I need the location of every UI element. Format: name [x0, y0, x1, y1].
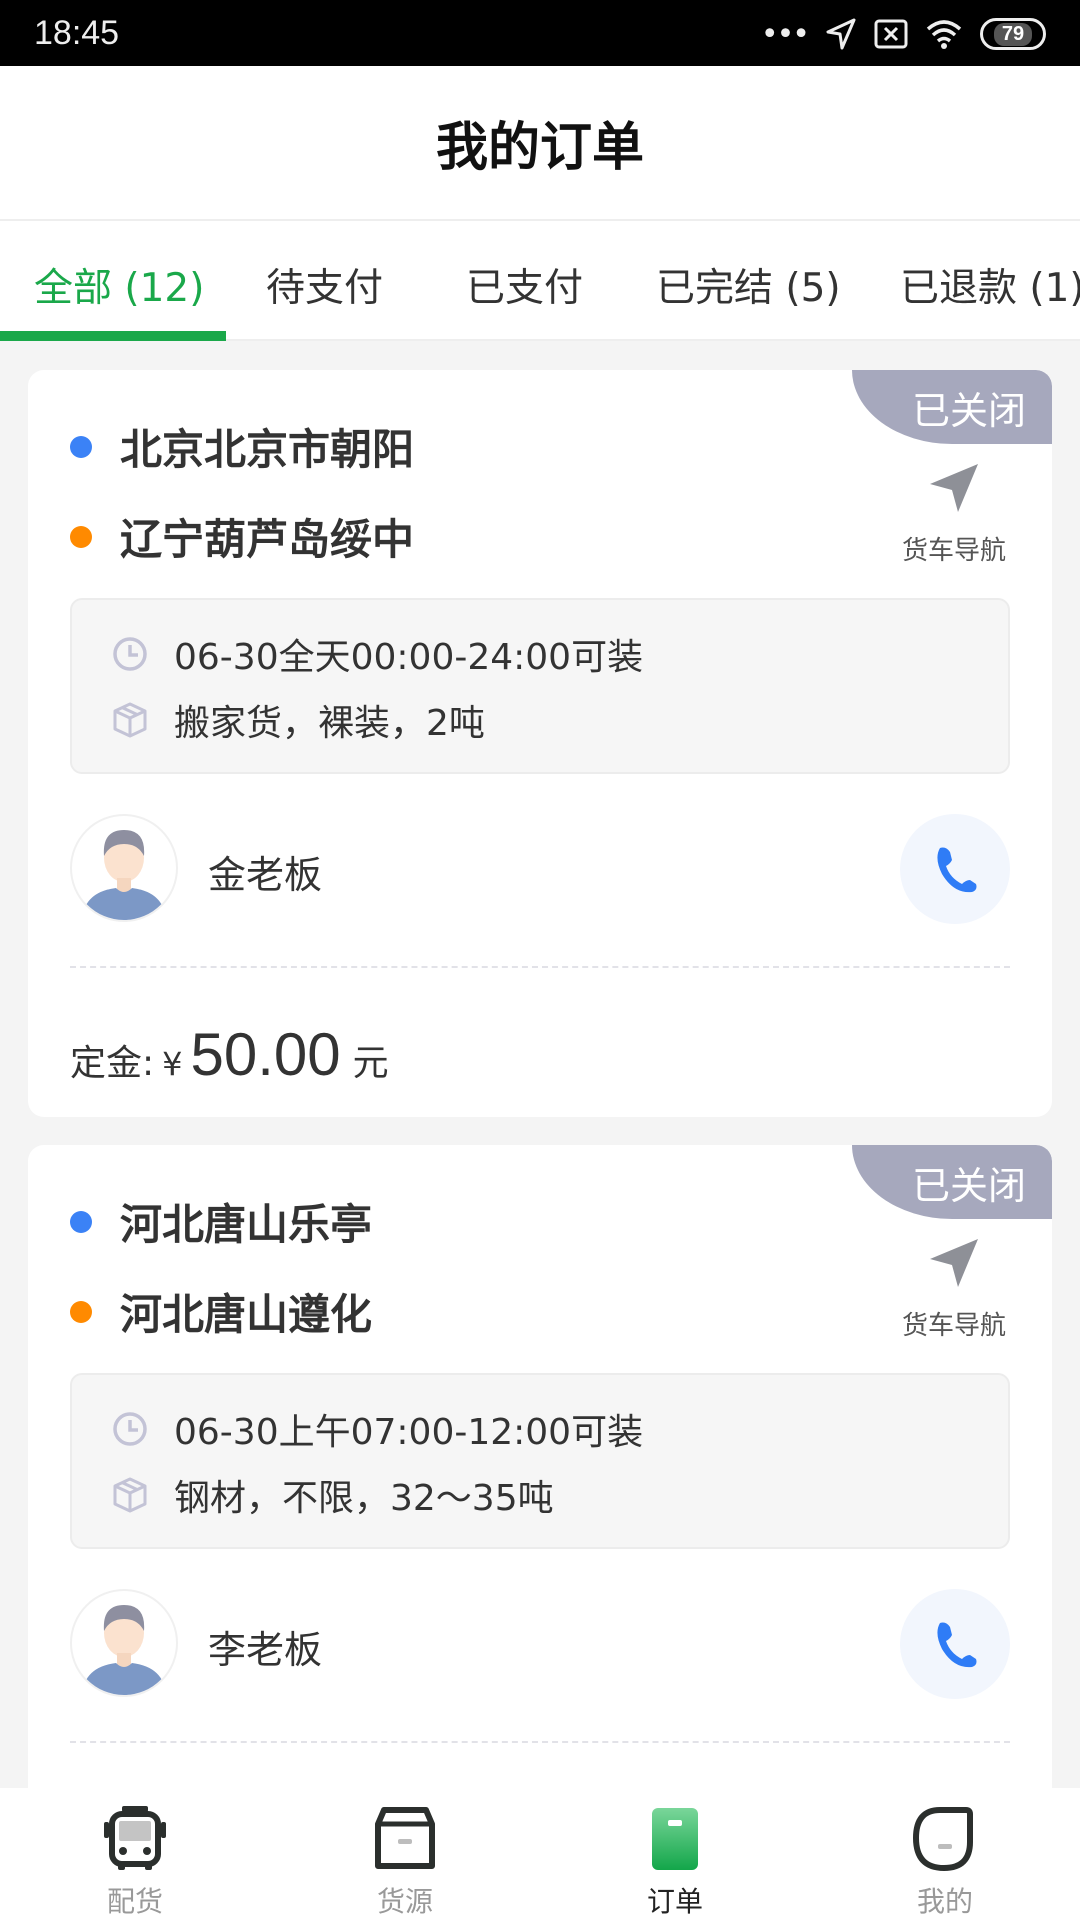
- destination-address: 河北唐山遵化: [120, 1290, 373, 1339]
- page-title: 我的订单: [435, 118, 644, 178]
- contact-row: 李老板: [70, 1589, 1010, 1699]
- origin-dot-icon: [70, 435, 92, 458]
- nav-label: 配货: [106, 1885, 163, 1918]
- origin-row: 河北唐山乐亭: [70, 1191, 372, 1252]
- currency-symbol: ¥: [162, 1045, 183, 1083]
- box-icon: [375, 1807, 435, 1869]
- destination-row: 辽宁葫芦岛绥中: [70, 506, 414, 567]
- nav-item-cargo-source[interactable]: 货源: [305, 1804, 505, 1920]
- status-badge: 已关闭: [852, 370, 1052, 444]
- status-time: 18:45: [34, 14, 120, 52]
- load-time-row: 06-30上午07:00-12:00可装: [112, 1403, 643, 1455]
- order-tabs: 全部 (12) 待支付 已支付 已完结 (5) 已退款 (1): [0, 221, 1080, 341]
- nav-item-dispatch[interactable]: 配货: [35, 1804, 235, 1920]
- divider: [70, 966, 1010, 968]
- cargo-info-box: 06-30全天00:00-24:00可装 搬家货，裸装，2吨: [70, 598, 1010, 774]
- contact-row: 金老板: [70, 814, 1010, 924]
- package-icon: [113, 1477, 147, 1513]
- deposit-unit: 元: [352, 1043, 389, 1084]
- bottom-navigation: 配货 货源 订单 我的: [0, 1788, 1080, 1920]
- navigation-arrow-icon: [930, 464, 978, 512]
- origin-dot-icon: [70, 1210, 92, 1233]
- call-button[interactable]: [900, 814, 1010, 924]
- status-bar: 18:45 ••• 79: [0, 0, 1080, 66]
- order-card[interactable]: 已关闭 货车导航 河北唐山乐亭 河北唐山遵化 06-30上午07:00-12:0…: [28, 1145, 1052, 1825]
- tab-all[interactable]: 全部 (12): [34, 257, 204, 313]
- destination-dot-icon: [70, 1300, 92, 1323]
- contact-name: 李老板: [208, 1628, 323, 1672]
- divider: [70, 1741, 1010, 1743]
- order-card[interactable]: 已关闭 货车导航 北京北京市朝阳 辽宁葫芦岛绥中 06-30全天00:00-24…: [28, 370, 1052, 1117]
- wifi-icon: [926, 20, 962, 49]
- avatar: [70, 814, 178, 922]
- call-button[interactable]: [900, 1589, 1010, 1699]
- package-icon: [113, 702, 147, 738]
- status-badge: 已关闭: [852, 1145, 1052, 1219]
- tab-completed[interactable]: 已完结 (5): [656, 257, 841, 313]
- load-time-row: 06-30全天00:00-24:00可装: [112, 628, 643, 680]
- nav-label: 订单: [646, 1885, 703, 1918]
- location-icon: [826, 18, 856, 50]
- bus-icon: [104, 1806, 166, 1870]
- load-time: 06-30全天00:00-24:00可装: [174, 637, 644, 678]
- order-icon: [652, 1808, 698, 1870]
- phone-icon: [937, 847, 977, 893]
- tab-paid[interactable]: 已支付: [466, 257, 583, 313]
- contact-name: 金老板: [208, 853, 323, 897]
- origin-address: 河北唐山乐亭: [120, 1200, 373, 1249]
- avatar: [70, 1589, 178, 1697]
- page-header: 我的订单: [0, 66, 1080, 221]
- nav-item-profile[interactable]: 我的: [845, 1804, 1045, 1920]
- more-icon: •••: [760, 16, 810, 52]
- tab-pending-payment[interactable]: 待支付: [266, 257, 383, 313]
- nav-label: 货源: [376, 1885, 433, 1918]
- battery-icon: 79: [980, 18, 1046, 50]
- nav-item-orders[interactable]: 订单: [575, 1804, 775, 1920]
- origin-address: 北京北京市朝阳: [120, 425, 415, 474]
- clock-icon: [113, 1412, 147, 1446]
- destination-address: 辽宁葫芦岛绥中: [120, 515, 415, 564]
- truck-navigation-label: 货车导航: [901, 536, 1006, 566]
- battery-level: 79: [993, 22, 1033, 46]
- profile-icon: [912, 1807, 973, 1872]
- deposit-amount: 50.00: [190, 1021, 341, 1088]
- cargo-description: 搬家货，裸装，2吨: [174, 703, 485, 744]
- cargo-row: 搬家货，裸装，2吨: [112, 694, 485, 746]
- cargo-description: 钢材，不限，32～35吨: [174, 1478, 554, 1519]
- cargo-info-box: 06-30上午07:00-12:00可装 钢材，不限，32～35吨: [70, 1373, 1010, 1549]
- deposit-label: 定金:: [70, 1043, 155, 1084]
- tab-refunded[interactable]: 已退款 (1): [900, 257, 1080, 313]
- navigation-arrow-icon: [930, 1239, 978, 1287]
- destination-dot-icon: [70, 525, 92, 548]
- sim-icon: [874, 19, 908, 49]
- truck-navigation-label: 货车导航: [901, 1311, 1006, 1341]
- clock-icon: [113, 637, 147, 671]
- cargo-row: 钢材，不限，32～35吨: [112, 1469, 554, 1521]
- origin-row: 北京北京市朝阳: [70, 416, 414, 477]
- phone-icon: [937, 1622, 977, 1668]
- truck-navigation-button[interactable]: 货车导航: [890, 462, 1018, 567]
- nav-label: 我的: [916, 1885, 973, 1918]
- load-time: 06-30上午07:00-12:00可装: [174, 1412, 644, 1453]
- active-tab-indicator: [0, 331, 226, 341]
- truck-navigation-button[interactable]: 货车导航: [890, 1237, 1018, 1342]
- deposit-row: 定金: ¥ 50.00 元: [70, 1020, 389, 1089]
- destination-row: 河北唐山遵化: [70, 1281, 372, 1342]
